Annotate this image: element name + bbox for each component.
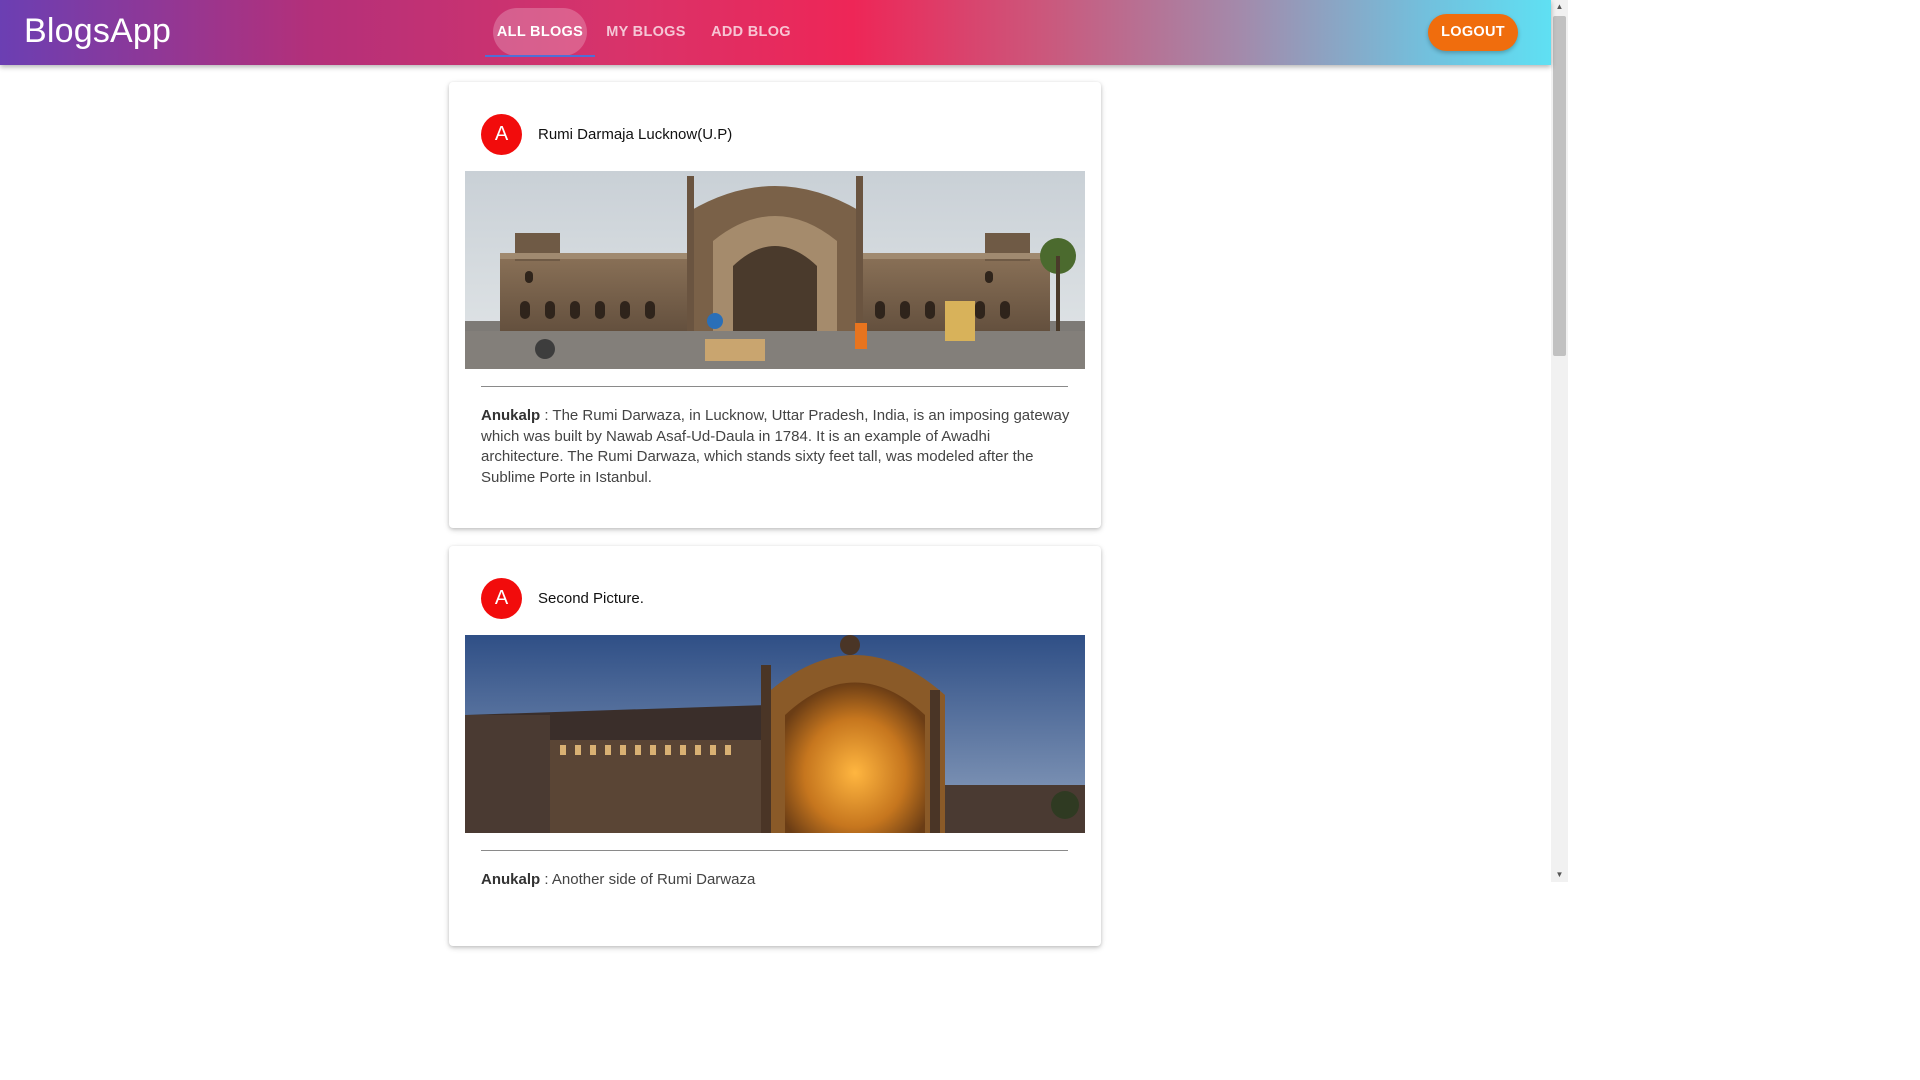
rumi-darwaza-day-photo xyxy=(465,171,1085,369)
tab-all-blogs[interactable]: ALL BLOGS xyxy=(493,8,587,56)
author-name: Anukalp xyxy=(481,871,541,888)
active-tab-indicator xyxy=(485,55,595,57)
blog-text: The Rumi Darwaza, in Lucknow, Uttar Prad… xyxy=(481,407,1070,486)
logout-button[interactable]: LOGOUT xyxy=(1428,14,1518,51)
divider xyxy=(481,850,1068,851)
divider xyxy=(481,386,1068,387)
tab-add-blog[interactable]: ADD BLOG xyxy=(705,8,797,56)
tab-my-blogs[interactable]: MY BLOGS xyxy=(601,8,691,56)
app-bar: BlogsApp ALL BLOGS MY BLOGS ADD BLOG LOG… xyxy=(0,0,1551,65)
blog-card: A Second Picture. Anukalp: Another side… xyxy=(449,546,1101,946)
blog-title: Second Picture. xyxy=(538,590,644,607)
scroll-down-arrow-icon[interactable]: ▼ xyxy=(1551,868,1568,882)
scrollbar-thumb[interactable] xyxy=(1553,16,1566,356)
avatar: A xyxy=(481,114,522,155)
author-name: Anukalp xyxy=(481,407,541,424)
brand-logo[interactable]: BlogsApp xyxy=(24,12,171,51)
blog-title: Rumi Darmaja Lucknow(U.P) xyxy=(538,126,733,143)
blog-card: A Rumi Darmaja Lucknow(U.P) Anukalp: Th… xyxy=(449,82,1101,528)
rumi-darwaza-evening-photo xyxy=(465,635,1085,833)
blog-description: Anukalp : The Rumi Darwaza, in Lucknow, … xyxy=(481,406,1076,488)
blog-description: Anukalp : Another side of Rumi Darwaza xyxy=(481,870,1076,891)
avatar: A xyxy=(481,578,522,619)
blog-text: Another side of Rumi Darwaza xyxy=(551,871,756,888)
author-separator: : xyxy=(540,407,553,424)
scroll-up-arrow-icon[interactable]: ▲ xyxy=(1551,0,1568,14)
vertical-scrollbar[interactable]: ▲ ▼ xyxy=(1551,0,1568,882)
author-separator: : xyxy=(540,871,552,888)
